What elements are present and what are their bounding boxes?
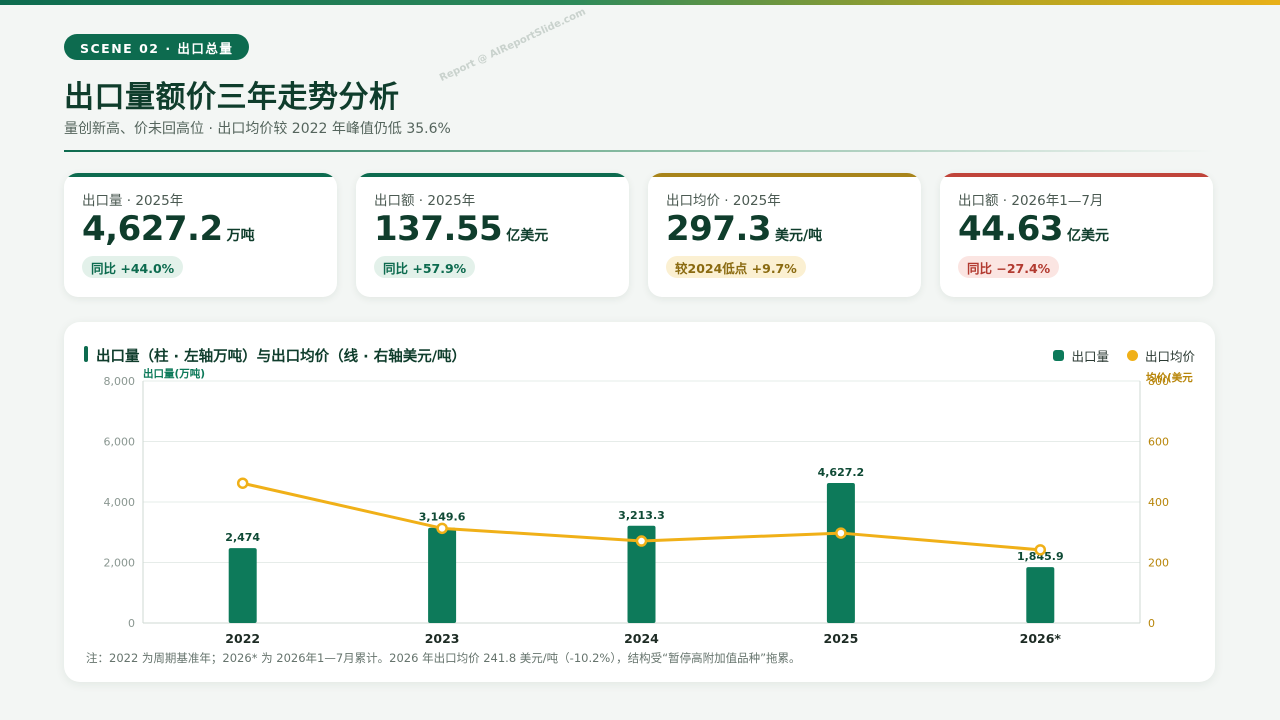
kpi-label: 出口额 · 2026年1—7月 (958, 193, 1104, 209)
kpi-unit: 万吨 (226, 228, 255, 244)
bar (826, 483, 855, 623)
legend-label: 出口均价 (1144, 349, 1195, 364)
x-tick-label: 2025 (824, 631, 859, 646)
legend-label: 出口量 (1071, 349, 1109, 364)
left-tick-label: 0 (128, 617, 135, 630)
header-divider (64, 150, 1214, 152)
bar-value-label: 2,474 (225, 531, 260, 544)
kpi-accent-bar (64, 173, 337, 177)
right-tick-label: 400 (1148, 496, 1169, 509)
right-axis-title: 均价(美元 (1146, 371, 1193, 384)
kpi-accent-bar (940, 173, 1213, 177)
kpi-accent-bar (356, 173, 629, 177)
kpi-value: 297.3 (666, 209, 772, 249)
kpi-value: 4,627.2 (82, 209, 223, 249)
bar-value-label: 4,627.2 (818, 466, 865, 479)
right-tick-label: 600 (1148, 436, 1169, 449)
left-tick-label: 8,000 (104, 375, 136, 388)
price-point (436, 522, 448, 535)
kpi-label: 出口均价 · 2025年 (666, 193, 781, 209)
left-axis-title: 出口量(万吨) (143, 367, 205, 380)
legend-swatch (1053, 350, 1065, 361)
left-tick-label: 2,000 (104, 557, 136, 570)
kpi-card-export-value-2026: 出口额 · 2026年1—7月 44.63 亿美元 同比 −27.4% (940, 173, 1213, 297)
page-title: 出口量额价三年走势分析 (64, 80, 400, 115)
combo-chart: 02,0004,0006,0008,0000200400600800出口量(万吨… (104, 367, 1194, 646)
kpi-label: 出口额 · 2025年 (374, 193, 476, 209)
bar-value-label: 3,213.3 (618, 509, 665, 522)
legend-swatch (1126, 350, 1138, 361)
chart-note: 注：2022 为周期基准年；2026* 为 2026年1—7月累计。2026 年… (86, 651, 801, 665)
chart-card: 0 2,000 4,000 6,000 8,000 0 200 400 600 800 出口量(万吨… (64, 322, 1215, 682)
x-tick-label: 2022 (225, 631, 260, 646)
bar (428, 527, 457, 623)
chart-title: 出口量（柱 · 左轴万吨）与出口均价（线 · 右轴美元/吨） (84, 345, 466, 366)
bar-value-label: 3,149.6 (419, 511, 466, 524)
x-tick-label: 2024 (624, 631, 659, 646)
left-tick-label: 6,000 (104, 436, 136, 449)
kpi-change-badge: 较2024低点 +9.7% (666, 256, 806, 278)
chart-legend: 出口量 出口均价 (1053, 346, 1195, 365)
price-point (635, 535, 648, 547)
price-point (1034, 544, 1047, 556)
right-tick-label: 200 (1148, 557, 1169, 570)
x-tick-label: 2023 (425, 631, 460, 646)
watermark-text: Report @ AIReportSlide.com (438, 6, 588, 84)
top-accent-bar (0, 0, 1280, 5)
kpi-card-export-volume: 出口量 · 2025年 4,627.2 万吨 同比 +44.0% (64, 173, 337, 297)
left-tick-label: 4,000 (104, 496, 136, 509)
kpi-unit: 美元/吨 (775, 228, 823, 244)
kpi-accent-bar (648, 173, 921, 177)
kpi-value: 137.55 (374, 209, 503, 249)
scene-label: SCENE 02 · 出口总量 (64, 34, 250, 60)
page-subtitle: 量创新高、价未回高位 · 出口均价较 2022 年峰值仍低 35.6% (64, 121, 451, 137)
kpi-value: 44.63 (958, 209, 1064, 249)
kpi-change-badge: 同比 +57.9% (374, 256, 476, 278)
price-point (236, 477, 249, 489)
kpi-label: 出口量 · 2025年 (82, 193, 184, 209)
kpi-card-export-value: 出口额 · 2025年 137.55 亿美元 同比 +57.9% (356, 173, 629, 297)
bar (1026, 567, 1055, 623)
x-tick-label: 2026* (1020, 631, 1062, 646)
bar (228, 548, 257, 623)
legend-item-price[interactable]: 出口均价 (1126, 346, 1195, 365)
kpi-change-badge: 同比 −27.4% (958, 256, 1060, 278)
kpi-unit: 亿美元 (1067, 228, 1110, 244)
price-point (835, 527, 847, 539)
kpi-change-badge: 同比 +44.0% (82, 256, 184, 278)
kpi-unit: 亿美元 (506, 228, 549, 244)
right-tick-label: 0 (1148, 617, 1155, 630)
kpi-card-export-price: 出口均价 · 2025年 297.3 美元/吨 较2024低点 +9.7% (648, 173, 921, 297)
legend-item-volume[interactable]: 出口量 (1053, 346, 1109, 365)
